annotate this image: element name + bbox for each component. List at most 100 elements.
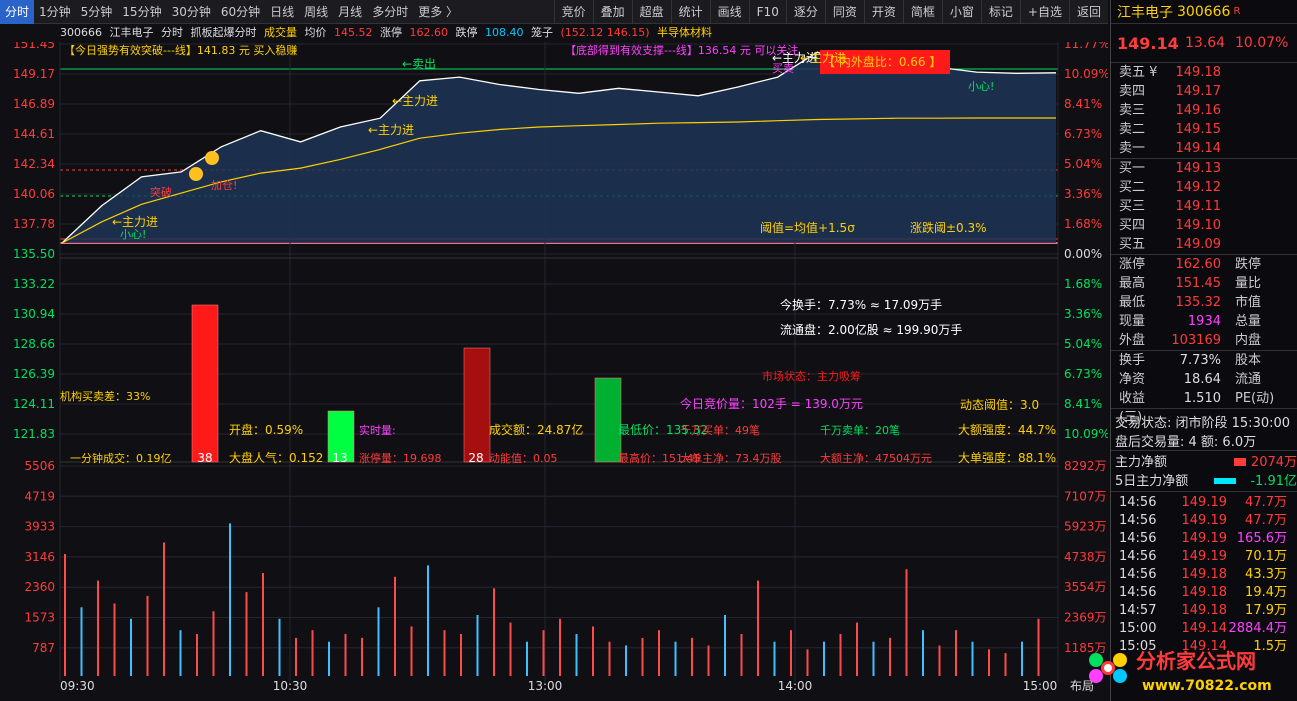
tool-button-9[interactable]: 简框 (902, 0, 942, 24)
bid-row[interactable]: 买二 149.12 (1111, 178, 1297, 197)
tool-button-5[interactable]: F10 (748, 0, 786, 24)
price-tick: 146.89 (13, 97, 55, 111)
tab-5[interactable]: 60分钟 (216, 0, 265, 24)
tab-9[interactable]: 多分时 (367, 0, 413, 24)
rzrq-badge: R (1233, 6, 1241, 17)
tab-10[interactable]: 更多 〉 (413, 0, 463, 24)
tick-p: 149.18 (1181, 567, 1228, 582)
tab-8[interactable]: 月线 (333, 0, 367, 24)
tab-1[interactable]: 1分钟 (34, 0, 76, 24)
ask-row[interactable]: 卖四 149.17 (1111, 82, 1297, 101)
volume-bar (64, 554, 66, 676)
row-label: 净资 (1119, 372, 1146, 387)
bid-row[interactable]: 买五 149.09 (1111, 235, 1297, 254)
price-tick: 130.94 (13, 307, 55, 321)
sector-name[interactable]: 半导体材料 (657, 26, 712, 39)
trading-app: 分时 1分钟 5分钟 15分钟 30分钟 60分钟 日线 周线 月线 多分时 更多 〉 竞价 叠加 超盘… (0, 0, 1297, 701)
row-value: 1934 (1187, 314, 1221, 329)
bid-row[interactable]: 买四 149.10 (1111, 216, 1297, 235)
ask-row[interactable]: 卖一 149.14 (1111, 139, 1297, 158)
net-5d-value: -1.91亿 (1250, 474, 1297, 489)
tool-button-10[interactable]: 小窗 (941, 0, 981, 24)
inst-diff-text: 机构买卖差：33% (60, 389, 150, 403)
stat-row[interactable]: 外盘 103169 内盘 (1111, 331, 1297, 350)
tick-row: 14:56 149.19 165.6万 (1111, 530, 1297, 548)
fund-row[interactable]: 收益(三) 1.510 PE(动) (1111, 389, 1297, 425)
volume-bar (625, 645, 627, 676)
row-label2: 量比 (1235, 276, 1262, 291)
ask-row[interactable]: 卖二 149.15 (1111, 120, 1297, 139)
tab-7[interactable]: 周线 (299, 0, 333, 24)
tool-button-3[interactable]: 统计 (670, 0, 710, 24)
fund-row[interactable]: 净资 18.64 流通 (1111, 370, 1297, 389)
bid-row[interactable]: 买一 149.13 (1111, 159, 1297, 178)
tick-row: 15:00 149.14 2884.4万 (1111, 620, 1297, 638)
tool-button-11[interactable]: 标记 (980, 0, 1020, 24)
stat-row[interactable]: 最高 151.45 量比 (1111, 274, 1297, 293)
tool-button-0[interactable]: 竞价 (553, 0, 593, 24)
stat-row[interactable]: 最低 135.32 市值 (1111, 293, 1297, 312)
tick-p: 149.18 (1181, 585, 1228, 600)
quote-name: 江丰电子 (1117, 4, 1173, 21)
tool-button-1[interactable]: 叠加 (592, 0, 632, 24)
careful-label: 小心! (968, 80, 994, 93)
tool-button-12[interactable]: +自选 (1019, 0, 1069, 24)
tool-button-13[interactable]: 返回 (1068, 0, 1108, 24)
formula-name[interactable]: 抓板起爆分时 (191, 26, 257, 39)
bar-label: 28 (468, 451, 483, 465)
stat-row[interactable]: 涨停 162.60 跌停 (1111, 255, 1297, 274)
tool-button-4[interactable]: 画线 (709, 0, 749, 24)
trade-state: 交易状态: 闭市阶段 15:30:00 (1115, 416, 1291, 431)
tab-4[interactable]: 30分钟 (167, 0, 216, 24)
tick-row: 14:56 149.19 70.1万 (1111, 548, 1297, 566)
row-label: 换手 (1119, 353, 1146, 368)
price-tick: 128.66 (13, 337, 55, 351)
one-min-text: 一分钟成交：0.19亿 (70, 451, 172, 465)
volume-bar (443, 630, 446, 676)
break-label: 突破 (150, 185, 172, 199)
time-tick: 15:00 (1023, 679, 1058, 693)
row-label: 卖一 (1119, 141, 1146, 156)
row-value: 149.10 (1175, 218, 1222, 233)
big-sell-text: 千万卖单：20笔 (820, 423, 900, 437)
tool-button-7[interactable]: 同资 (824, 0, 864, 24)
tool-button-6[interactable]: 逐分 (785, 0, 825, 24)
fund-row[interactable]: 换手 7.73% 股本 (1111, 351, 1297, 370)
tick-q: 47.7万 (1245, 495, 1287, 510)
tab-3[interactable]: 15分钟 (117, 0, 166, 24)
ask-row[interactable]: 卖五 ¥ 149.18 (1111, 63, 1297, 82)
careful-label: 小心! (120, 228, 146, 241)
tab-6[interactable]: 日线 (265, 0, 299, 24)
tab-0[interactable]: 分时 (0, 0, 35, 24)
limit-vol-text: 涨停量：19.698 (359, 451, 442, 465)
vol-tick-right: 5923万 (1064, 520, 1107, 534)
row-value: 149.13 (1175, 161, 1222, 176)
pct-tick: 3.36% (1064, 187, 1102, 201)
price-tick: 135.50 (13, 247, 55, 261)
limit-up-label: 涨停 (380, 26, 402, 39)
vol-tick: 3146 (24, 550, 55, 564)
tick-p: 149.18 (1181, 603, 1228, 618)
tick-t: 14:56 (1119, 585, 1157, 600)
watermark-logo: 分析家公式网 www.70822.com (1089, 649, 1272, 694)
big-buy-text: 千万买单：49笔 (680, 423, 760, 437)
tick-t: 15:00 (1119, 621, 1157, 636)
tool-button-2[interactable]: 超盘 (631, 0, 671, 24)
price-tick: 121.83 (13, 427, 55, 441)
vol-tick: 3933 (24, 520, 55, 534)
tick-q: 2884.4万 (1228, 621, 1288, 636)
intraday-chart[interactable]: 151.45 11.77% 149.17 10.09% 146.89 8.41% 144.6… (0, 42, 1108, 701)
tool-button-8[interactable]: 开资 (863, 0, 903, 24)
tick-q: 165.6万 (1236, 531, 1287, 546)
row-value: 149.18 (1175, 65, 1222, 80)
volume-bar (460, 634, 462, 676)
tick-list[interactable]: 14:56 149.19 47.7万 14:56 149.19 47.7万 14:56 149… (1111, 491, 1297, 656)
bid-row[interactable]: 买三 149.11 (1111, 197, 1297, 216)
stat-row[interactable]: 现量 1934 总量 (1111, 312, 1297, 331)
row-label2: 股本 (1235, 353, 1262, 368)
row-label: 卖四 (1119, 84, 1146, 99)
volume-bar (509, 622, 512, 676)
ask-row[interactable]: 卖三 149.16 (1111, 101, 1297, 120)
tab-2[interactable]: 5分钟 (76, 0, 118, 24)
volume-bar (526, 641, 528, 676)
